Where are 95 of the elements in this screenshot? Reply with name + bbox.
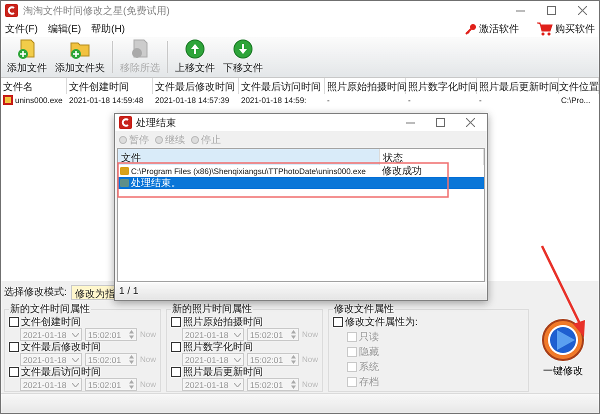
cart-icon bbox=[537, 22, 553, 36]
time-field[interactable]: 15:02:01 bbox=[85, 378, 137, 392]
date-field[interactable]: 2021-01-18 bbox=[20, 328, 82, 342]
message-text: 处理结束。 bbox=[131, 176, 181, 190]
menu-item[interactable]: 编辑(E) bbox=[48, 22, 82, 36]
spinner-icon bbox=[291, 355, 296, 364]
run-button[interactable]: 一键修改 bbox=[534, 302, 592, 392]
checkbox[interactable] bbox=[9, 342, 19, 352]
maximize-icon[interactable] bbox=[436, 118, 444, 127]
spinner-icon bbox=[291, 330, 296, 340]
checkbox-label: 文件最后修改时间 bbox=[21, 340, 101, 354]
column-header[interactable]: 文件名 bbox=[1, 78, 67, 94]
key-icon bbox=[465, 22, 477, 35]
group-title: 新的文件时间属性 bbox=[9, 302, 91, 316]
checkbox[interactable] bbox=[171, 342, 182, 352]
table-cell: - bbox=[408, 96, 411, 105]
list-cell[interactable] bbox=[380, 177, 484, 189]
file-icon bbox=[120, 167, 129, 175]
toolbar-button[interactable]: 上移文件 bbox=[171, 36, 219, 77]
time-field[interactable]: 15:02:01 bbox=[247, 353, 300, 366]
checkbox[interactable] bbox=[9, 317, 19, 328]
table-cell: unins000.exe bbox=[15, 96, 63, 105]
caret-icon bbox=[234, 358, 242, 362]
file-path: C:\Program Files (x86)\Shenqixiangsu\TTPhotoDate\unins000.exe bbox=[131, 166, 366, 176]
checkbox-label: 存档 bbox=[359, 376, 380, 390]
checkbox[interactable] bbox=[333, 317, 344, 328]
play-icon bbox=[541, 318, 586, 362]
exe-file-icon bbox=[3, 95, 13, 106]
column-header[interactable]: 文件最后访问时间 bbox=[239, 78, 325, 94]
table-cell: - bbox=[327, 96, 330, 105]
caret-icon bbox=[72, 382, 79, 387]
group-title: 新的照片时间属性 bbox=[171, 302, 254, 316]
toolbar-button[interactable]: 添加文件 bbox=[3, 36, 51, 77]
caret-icon bbox=[234, 332, 242, 337]
toolbar-button[interactable]: 添加文件夹 bbox=[51, 36, 109, 77]
time-field[interactable]: 15:02:01 bbox=[247, 378, 300, 392]
spinner-icon bbox=[129, 355, 134, 364]
maximize-icon[interactable] bbox=[546, 6, 556, 16]
date-field[interactable]: 2021-01-18 bbox=[182, 353, 244, 366]
date-field[interactable]: 2021-01-18 bbox=[182, 378, 244, 392]
close-icon[interactable] bbox=[578, 6, 586, 16]
checkbox-label: 隐藏 bbox=[359, 346, 380, 360]
checkbox-label: 照片原始拍摄时间 bbox=[183, 316, 264, 330]
column-header[interactable]: 状态 bbox=[380, 149, 484, 165]
checkbox[interactable] bbox=[171, 367, 182, 378]
column-header[interactable]: 照片最后更新时间 bbox=[477, 78, 559, 94]
checkbox-label: 文件创建时间 bbox=[21, 316, 81, 330]
menu-item[interactable]: 帮助(H) bbox=[91, 22, 126, 36]
date-field[interactable]: 2021-01-18 bbox=[20, 353, 82, 366]
spinner-icon bbox=[129, 330, 134, 340]
checkbox-label: 系统 bbox=[359, 360, 380, 374]
time-field[interactable]: 15:02:01 bbox=[85, 328, 137, 342]
checkbox-label: 只读 bbox=[359, 330, 380, 344]
caret-icon bbox=[72, 332, 79, 337]
checkbox-label: 照片最后更新时间 bbox=[183, 366, 264, 380]
header-link[interactable]: 激活软件 bbox=[465, 22, 519, 36]
column-header[interactable]: 照片数字化时间 bbox=[406, 78, 477, 94]
table-cell: 2021-01-18 14:59:48 bbox=[69, 96, 144, 105]
group-title: 修改文件属性 bbox=[333, 302, 396, 316]
time-field[interactable]: 15:02:01 bbox=[247, 328, 300, 342]
arrow-down-icon bbox=[232, 38, 254, 60]
menu-item[interactable]: 文件(F) bbox=[5, 22, 38, 36]
date-field[interactable]: 2021-01-18 bbox=[182, 328, 244, 342]
column-header[interactable]: 文件最后修改时间 bbox=[153, 78, 239, 94]
spinner-icon bbox=[129, 380, 134, 390]
time-field[interactable]: 15:02:01 bbox=[85, 353, 137, 366]
column-header[interactable]: 文件 bbox=[118, 149, 380, 165]
checkbox-label: 修改文件属性为: bbox=[345, 316, 418, 330]
checkbox-label: 照片数字化时间 bbox=[183, 340, 254, 354]
caret-icon bbox=[72, 358, 79, 362]
table-cell: - bbox=[479, 96, 482, 105]
window-title: 淘淘文件时间修改之星(免费试用) bbox=[23, 4, 171, 18]
page-count: 1 / 1 bbox=[119, 286, 138, 296]
column-header[interactable]: 照片原始拍摄时间 bbox=[325, 78, 406, 94]
header-link[interactable]: 购买软件 bbox=[537, 22, 595, 36]
checkbox-label: 文件最后访问时间 bbox=[21, 366, 101, 380]
toolbar-button[interactable]: 下移文件 bbox=[219, 36, 267, 77]
checkbox[interactable] bbox=[9, 367, 19, 378]
spinner-icon bbox=[291, 380, 296, 390]
close-icon[interactable] bbox=[466, 118, 474, 127]
info-icon bbox=[120, 179, 129, 187]
checkbox[interactable] bbox=[171, 317, 182, 328]
app-logo-icon bbox=[5, 4, 18, 18]
table-cell: 2021-01-18 14:59: bbox=[241, 96, 306, 105]
table-cell: C:\Pro... bbox=[561, 96, 590, 105]
column-header[interactable]: 文件位置 bbox=[559, 78, 599, 94]
dialog-title: 处理结束 bbox=[136, 116, 177, 130]
date-field[interactable]: 2021-01-18 bbox=[20, 378, 82, 392]
mode-label: 选择修改模式: bbox=[4, 286, 67, 300]
column-header[interactable]: 文件创建时间 bbox=[67, 78, 153, 94]
table-cell: 2021-01-18 14:57:39 bbox=[155, 96, 230, 105]
caret-icon bbox=[234, 382, 242, 387]
list-row[interactable]: 处理结束。 bbox=[118, 177, 380, 189]
arrow-up-icon bbox=[184, 38, 206, 60]
status-text: 修改成功 bbox=[382, 164, 422, 178]
